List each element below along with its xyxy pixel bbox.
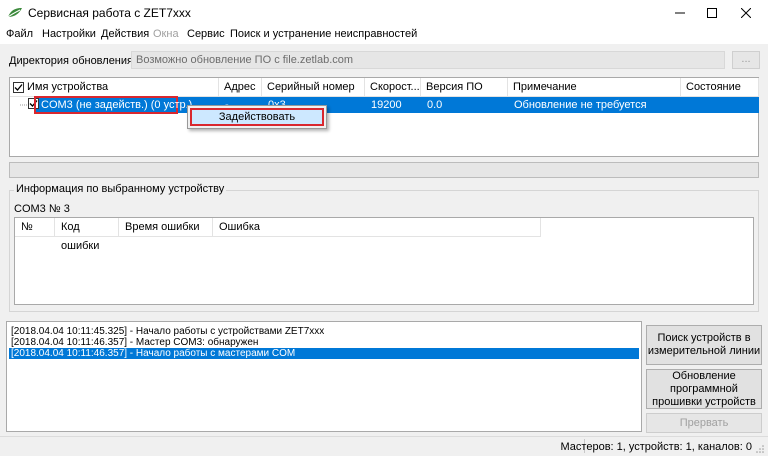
column-header-speed[interactable]: Скорост... [365, 78, 421, 97]
device-table[interactable]: Имя устройства Адрес Серийный номер Скор… [9, 77, 759, 157]
abort-button[interactable]: Прервать [646, 413, 762, 433]
context-menu-item-enable[interactable]: Задействовать [190, 108, 324, 126]
maximize-icon [707, 8, 717, 18]
error-table[interactable]: № Код ошибки Время ошибки Ошибка [14, 217, 754, 305]
column-header-number[interactable]: № [15, 218, 55, 237]
progress-bar [9, 162, 759, 178]
update-dir-field[interactable]: Возможно обновление ПО с file.zetlab.com [131, 51, 725, 69]
column-header-address[interactable]: Адрес [219, 78, 262, 97]
status-text: Мастеров: 1, устройств: 1, каналов: 0 [560, 441, 752, 453]
search-devices-button[interactable]: Поиск устройств в измерительной линии [646, 325, 762, 365]
menu-troubleshooting[interactable]: Поиск и устранение неисправностей [230, 28, 417, 40]
column-header-error[interactable]: Ошибка [213, 218, 541, 237]
close-icon [741, 8, 751, 18]
column-header-state[interactable]: Состояние [681, 78, 759, 97]
device-version-cell: 0.0 [427, 99, 443, 111]
column-header-note[interactable]: Примечание [508, 78, 681, 97]
window-title: Сервисная работа с ZET7xxx [28, 6, 191, 20]
column-header-serial[interactable]: Серийный номер [262, 78, 365, 97]
menu-settings[interactable]: Настройки [42, 28, 96, 40]
menu-file[interactable]: Файл [6, 28, 33, 40]
minimize-icon [675, 12, 685, 14]
column-header-version[interactable]: Версия ПО [421, 78, 508, 97]
resize-grip-icon[interactable] [755, 444, 765, 454]
column-header-name[interactable]: Имя устройства [10, 78, 219, 97]
menu-service[interactable]: Сервис [187, 28, 225, 40]
app-icon [7, 8, 22, 18]
device-info-title: Информация по выбранному устройству [14, 183, 227, 195]
menu-actions[interactable]: Действия [101, 28, 149, 40]
menu-windows[interactable]: Окна [153, 28, 179, 40]
column-header-name-label: Имя устройства [27, 81, 109, 93]
column-header-error-code[interactable]: Код ошибки [55, 218, 119, 252]
log-line[interactable]: [2018.04.04 10:11:46.357] - Начало работ… [9, 348, 639, 359]
checkbox-checked-icon [13, 82, 24, 93]
close-button[interactable] [730, 0, 762, 26]
device-info-subtitle: COM3 № 3 [14, 203, 70, 215]
device-note-cell: Обновление не требуется [514, 99, 647, 111]
log-line[interactable]: [2018.04.04 10:11:46.357] - Мастер COM3:… [9, 337, 639, 348]
maximize-button[interactable] [696, 0, 728, 26]
log-list[interactable]: [2018.04.04 10:11:45.325] - Начало работ… [6, 321, 642, 432]
device-speed-cell: 19200 [371, 99, 402, 111]
column-header-error-time[interactable]: Время ошибки [119, 218, 213, 237]
log-line[interactable]: [2018.04.04 10:11:45.325] - Начало работ… [9, 326, 639, 337]
update-firmware-button[interactable]: Обновление программной прошивки устройст… [646, 369, 762, 409]
minimize-button[interactable] [664, 0, 696, 26]
device-name-cell: COM3 (не задейств.) (0 устр.) [41, 99, 193, 111]
context-menu: Задействовать [187, 105, 327, 129]
browse-button[interactable]: ... [732, 51, 760, 69]
